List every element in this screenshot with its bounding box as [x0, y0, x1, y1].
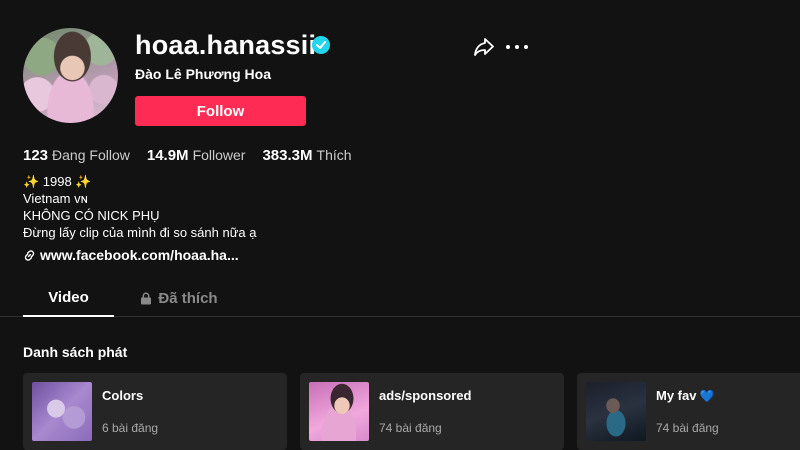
tab-video-label: Video [48, 289, 89, 306]
profile-tabs: Video Đã thích [0, 280, 800, 317]
lock-icon [141, 292, 152, 304]
playlist-thumbnail [309, 382, 369, 441]
profile-stats: 123 Đang Follow 14.9M Follower 383.3M Thích [23, 146, 369, 165]
stat-followers[interactable]: 14.9M Follower [147, 146, 246, 165]
playlist-name-wrapper: My fav 💙 [656, 388, 714, 403]
playlist-name: Colors [102, 388, 144, 403]
bio-link-text: www.facebook.com/hoaa.ha... [40, 247, 239, 263]
bio-line: ✨ 1998 ✨ [23, 174, 92, 189]
share-icon[interactable] [473, 37, 495, 57]
playlist-count: 74 bài đăng [379, 421, 442, 435]
profile-bio: ✨ 1998 ✨ Vietnam ᴠɴ KHÔNG CÓ NICK PHỤ Đừ… [23, 173, 256, 241]
stat-likes: 383.3M Thích [262, 146, 351, 165]
playlist-count: 6 bài đăng [102, 421, 159, 435]
profile-avatar[interactable] [23, 28, 118, 123]
bio-line: KHÔNG CÓ NICK PHỤ [23, 208, 160, 223]
bio-line: Vietnam ᴠɴ [23, 191, 88, 206]
blue-heart-icon: 💙 [699, 389, 715, 403]
playlists-title: Danh sách phát [23, 344, 128, 360]
playlist-name: ads/sponsored [379, 388, 472, 403]
profile-display-name: Đào Lê Phương Hoa [135, 66, 271, 82]
tab-liked[interactable]: Đã thích [114, 280, 244, 316]
stat-following-label: Đang Follow [52, 147, 130, 163]
profile-username: hoaa.hanassii [135, 30, 317, 60]
tab-liked-label: Đã thích [158, 289, 218, 307]
stat-followers-value: 14.9M [146, 147, 189, 164]
playlist-card[interactable]: Colors 6 bài đăng [23, 373, 287, 450]
playlist-card[interactable]: ads/sponsored 74 bài đăng [300, 373, 564, 450]
more-options-icon[interactable] [506, 38, 528, 56]
bio-link[interactable]: www.facebook.com/hoaa.ha... [23, 247, 239, 263]
stat-likes-label: Thích [316, 147, 352, 163]
follow-button[interactable]: Follow [135, 96, 306, 126]
playlist-count: 74 bài đăng [656, 421, 719, 435]
stat-followers-label: Follower [192, 147, 246, 163]
verified-badge-icon [312, 36, 330, 54]
link-icon [24, 249, 35, 261]
playlist-thumbnail [586, 382, 646, 441]
playlist-card[interactable]: My fav 💙 74 bài đăng [577, 373, 800, 450]
stat-following-value: 123 [23, 147, 49, 164]
playlist-name: My fav [656, 388, 697, 403]
bio-line: Đừng lấy clip của mình đi so sánh nữa ạ [23, 225, 257, 240]
tab-video[interactable]: Video [23, 280, 114, 317]
stat-following[interactable]: 123 Đang Follow [23, 146, 130, 165]
playlist-thumbnail [32, 382, 92, 441]
stat-likes-value: 383.3M [262, 147, 313, 164]
